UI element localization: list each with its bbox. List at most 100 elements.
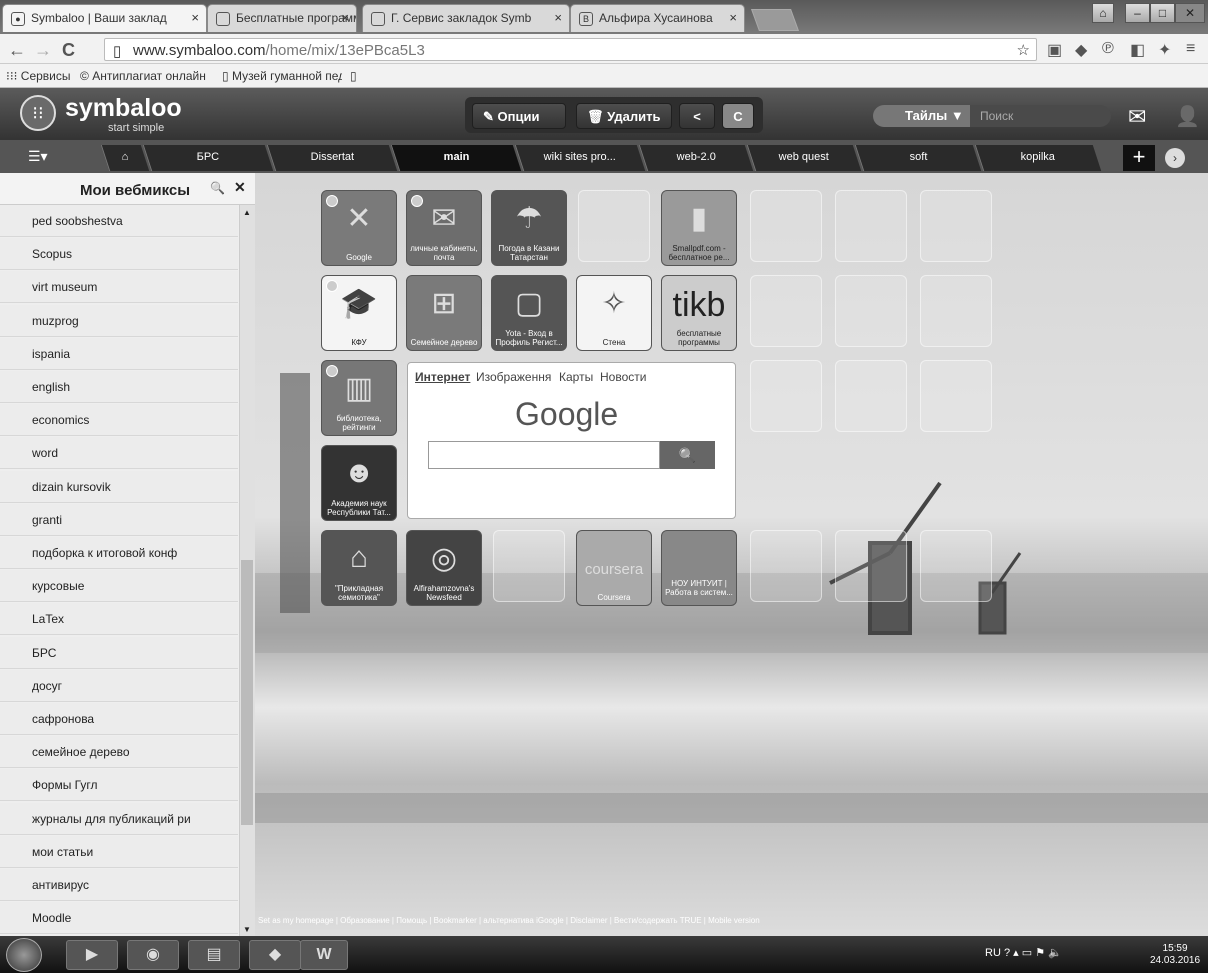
tiles-dropdown[interactable]: Тайлы ▼ (873, 105, 970, 127)
new-tab-button[interactable] (750, 9, 800, 31)
search-input[interactable]: Поиск (970, 105, 1111, 127)
refresh-button[interactable]: C (722, 103, 754, 129)
tile-newsfeed[interactable]: ◎ Alfirahamzovna's Newsfeed (406, 530, 482, 606)
sidebar-item[interactable]: LaTex (0, 603, 238, 636)
scroll-down-icon[interactable]: ▼ (243, 925, 251, 934)
close-window-button[interactable]: ✕ (1175, 3, 1205, 23)
close-tab-icon[interactable]: × (191, 10, 199, 25)
browser-tab-service[interactable]: Г. Сервис закладок Symb × (362, 4, 570, 32)
sidebar-item[interactable]: подборка к итоговой конф (0, 537, 238, 569)
sidebar-item[interactable]: курсовые (0, 570, 238, 603)
webmix-tab[interactable]: wiki sites pro... (514, 145, 646, 171)
webmix-tab[interactable]: БРС (142, 145, 274, 171)
sidebar-item[interactable]: Scopus (0, 238, 238, 271)
tile-smallpdf[interactable]: ▮ Smallpdf.com - бесплатное ре... (661, 190, 737, 266)
webmix-tab[interactable]: soft (854, 145, 982, 171)
forward-icon[interactable]: → (34, 40, 52, 61)
sidebar-item[interactable]: БРС (0, 636, 238, 669)
webmix-tab-active[interactable]: main (390, 145, 522, 171)
media-player-icon[interactable]: ▶ (66, 940, 118, 970)
bookmark-page-icon[interactable]: ▯ (350, 69, 357, 83)
webmix-tab[interactable]: Dissertat (266, 145, 398, 171)
tile-weather[interactable]: ☂ Погода в Казани Татарстан (491, 190, 567, 266)
tile-free-programs[interactable]: tikb бесплатные программы (661, 275, 737, 351)
sidebar-item[interactable]: granti (0, 503, 238, 536)
bookmark-services[interactable]: ⁝⁝⁝ Сервисы (6, 69, 71, 83)
maximize-button[interactable]: □ (1150, 3, 1175, 23)
tile-library[interactable]: ▥ библиотека, рейтинги (321, 360, 397, 436)
browser-tab-symbaloo[interactable]: ● Symbaloo | Ваши заклад × (2, 4, 207, 32)
webmix-tab[interactable]: web quest (746, 145, 862, 171)
minimize-button[interactable]: – (1125, 3, 1150, 23)
pinterest-icon[interactable]: ℗ (1102, 40, 1114, 58)
tile-yota[interactable]: ▢ Yota - Вход в Профиль Регист... (491, 275, 567, 351)
bookmark-antiplagiat[interactable]: © Антиплагиат онлайн (80, 69, 206, 83)
sidebar-item[interactable]: мои статьи (0, 835, 238, 868)
tile-academy[interactable]: ☻ Академия наук Республики Тат... (321, 445, 397, 521)
close-tab-icon[interactable]: × (729, 10, 737, 25)
google-tab-news[interactable]: Новости (600, 370, 646, 384)
tile-family-tree[interactable]: ⊞ Семейное дерево (406, 275, 482, 351)
close-tab-icon[interactable]: × (341, 10, 349, 25)
back-icon[interactable]: ← (8, 40, 26, 61)
tile-wall[interactable]: ✧ Стена (576, 275, 652, 351)
delete-button[interactable]: 🗑 Удалить (576, 103, 672, 129)
start-button[interactable] (6, 938, 42, 972)
sidebar-item[interactable]: dizain kursovik (0, 470, 238, 503)
tile-google[interactable]: ✕ Google (321, 190, 397, 266)
extension-icon[interactable]: ▣ (1047, 40, 1062, 60)
scroll-up-icon[interactable]: ▲ (243, 208, 251, 217)
user-icon[interactable]: ⌂ (1092, 3, 1114, 23)
google-tab-images[interactable]: Изображення (476, 370, 551, 384)
close-tab-icon[interactable]: × (554, 10, 562, 25)
browser-tab-vk[interactable]: B Альфира Хусаинова × (570, 4, 745, 32)
sidebar-item[interactable]: word (0, 437, 238, 470)
tile-semiotics[interactable]: ⌂ "Прикладная семиотика" (321, 530, 397, 606)
google-tab-maps[interactable]: Карты (559, 370, 593, 384)
url-input[interactable]: ▯ www.symbaloo.com/home/mix/13ePBca5L3 ☆ (104, 38, 1037, 61)
home-tab[interactable]: ⌂ (100, 145, 150, 171)
reload-icon[interactable]: C (62, 40, 75, 61)
google-tab-web[interactable]: Интернет (415, 370, 470, 384)
sidebar-item[interactable]: антивирус (0, 869, 238, 901)
share-button[interactable]: < (679, 103, 715, 129)
sidebar-item[interactable]: virt museum (0, 271, 238, 304)
webmix-tab[interactable]: web-2.0 (638, 145, 754, 171)
extension-arrow-icon[interactable]: ◆ (1075, 40, 1087, 60)
folder-icon[interactable]: ▤ (188, 940, 240, 970)
sidebar-item[interactable]: сафронова (0, 703, 238, 735)
sidebar-item[interactable]: economics (0, 404, 238, 437)
symbaloo-logo-icon[interactable]: ⁝⁝ (20, 95, 56, 131)
sidebar-item[interactable]: english (0, 371, 238, 403)
search-icon[interactable]: 🔍 (210, 181, 225, 195)
user-icon[interactable]: 👤 (1175, 104, 1200, 129)
tile-mail[interactable]: ✉ личные кабинеты, почта (406, 190, 482, 266)
close-icon[interactable]: ✕ (234, 179, 246, 196)
chrome-icon[interactable]: ◉ (127, 940, 179, 970)
extension-bird-icon[interactable]: ✦ (1158, 40, 1171, 60)
extension-icon[interactable]: ◧ (1130, 40, 1145, 60)
tile-intuit[interactable]: НОУ ИНТУИТ | Работа в систем... (661, 530, 737, 606)
sidebar-item[interactable]: muzprog (0, 304, 238, 337)
tile-coursera[interactable]: coursera Coursera (576, 530, 652, 606)
options-button[interactable]: ✎ Опции (472, 103, 566, 129)
bookmark-museum[interactable]: ▯ Музей гуманной пед (222, 69, 342, 83)
star-icon[interactable]: ☆ (1017, 41, 1030, 59)
menu-icon[interactable]: ≡ (1186, 40, 1195, 58)
sidebar-item[interactable]: ped soobshestva (0, 205, 238, 237)
footer-links[interactable]: Set as my homepage | Образование | Помощ… (258, 916, 958, 934)
scrollbar-thumb[interactable] (241, 560, 253, 825)
sidebar-item[interactable]: досуг (0, 669, 238, 702)
mail-icon[interactable]: ✉ (1128, 104, 1146, 130)
sidebar-item[interactable]: Moodle (0, 902, 238, 935)
list-menu-icon[interactable]: ☰▾ (28, 148, 48, 165)
sidebar-item[interactable]: журналы для публикаций ри (0, 802, 238, 835)
browser-tab-programs[interactable]: Бесплатные программы × (207, 4, 357, 32)
google-search-button[interactable]: 🔍 (660, 441, 715, 469)
word-icon[interactable]: W (300, 940, 348, 970)
sidebar-item[interactable]: семейное дерево (0, 736, 238, 769)
add-webmix-button[interactable]: + (1123, 145, 1155, 171)
app-icon[interactable]: ◆ (249, 940, 301, 970)
clock[interactable]: 15:59 24.03.2016 (1150, 943, 1200, 967)
sidebar-item[interactable]: Формы Гугл (0, 769, 238, 802)
